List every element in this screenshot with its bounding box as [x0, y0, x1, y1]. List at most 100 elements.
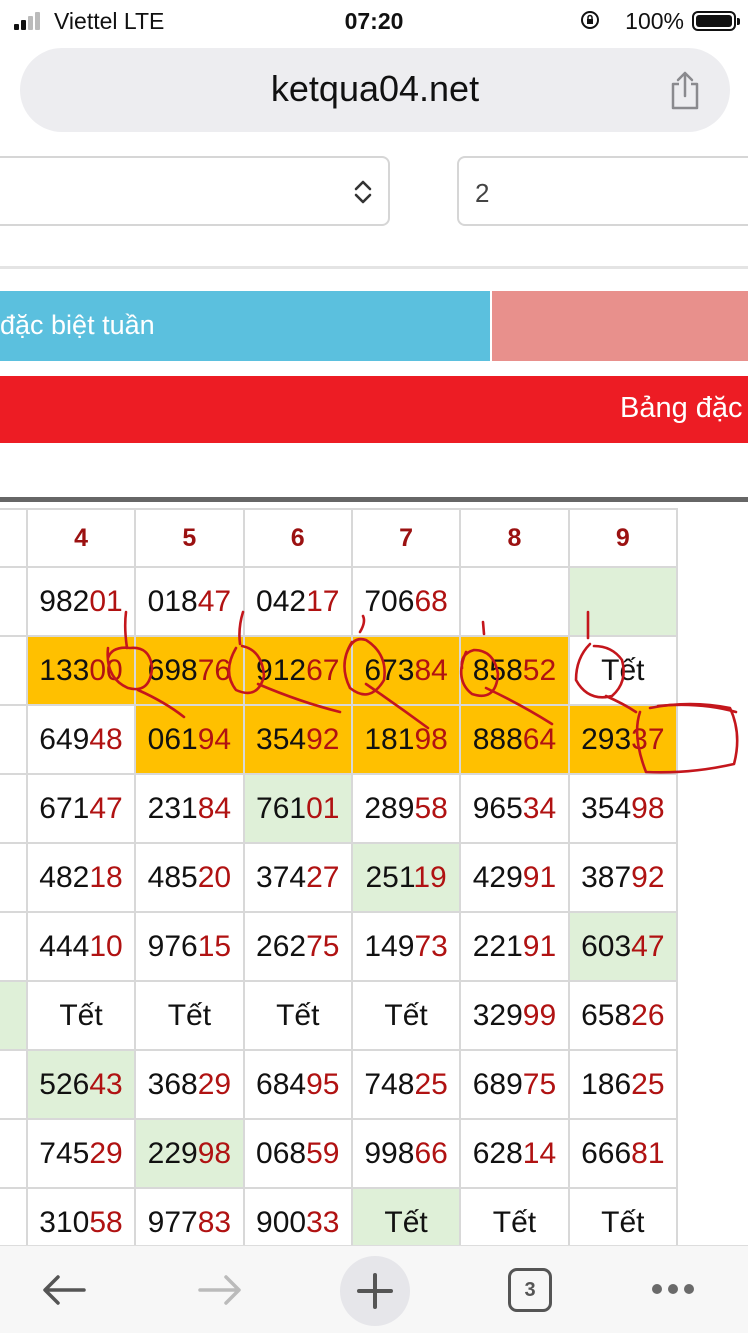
- cell-digits-tail: 20: [197, 860, 232, 894]
- result-cell: 62814: [459, 1118, 570, 1189]
- result-cell: 48218: [25, 842, 137, 913]
- cell-digits-head: 658: [581, 998, 632, 1032]
- result-cell: Tết: [459, 1187, 570, 1245]
- result-cell: 85852: [459, 635, 570, 706]
- result-cell: 66681: [567, 1118, 679, 1189]
- divider: [0, 266, 748, 269]
- result-cell: 68495: [242, 1049, 353, 1120]
- cell-digits-tail: 33: [306, 1205, 340, 1239]
- count-input[interactable]: 2: [457, 156, 748, 226]
- result-cell: Tết: [350, 980, 462, 1051]
- cell-digits-tail: 18: [89, 860, 123, 894]
- period-select[interactable]: [0, 156, 390, 226]
- cell-digits-head: 982: [39, 584, 90, 618]
- cell-digits-head: 354: [256, 722, 307, 756]
- result-cell: 99866: [350, 1118, 462, 1189]
- cell-digits-tail: 29: [89, 1136, 123, 1170]
- share-icon[interactable]: [668, 70, 702, 110]
- cell-digits-head: 262: [256, 929, 307, 963]
- forward-button[interactable]: [192, 1262, 248, 1318]
- cell-digits-head: 858: [472, 653, 523, 687]
- table-row: 8698201018470421770668: [0, 566, 679, 637]
- result-cell: 68975: [459, 1049, 570, 1120]
- cell-digits-head: 149: [364, 929, 415, 963]
- cell-digits-tail: 75: [522, 1067, 557, 1101]
- column-header: 6: [242, 508, 353, 568]
- new-tab-button[interactable]: [340, 1256, 410, 1326]
- cell-digits-head: 977: [147, 1205, 198, 1239]
- result-cell: 28958: [350, 773, 462, 844]
- cell-digits-head: 628: [472, 1136, 523, 1170]
- chevron-up-down-icon: [354, 180, 372, 204]
- cell-digits-head: 444: [39, 929, 90, 963]
- result-cell: 26275: [242, 911, 353, 982]
- column-header: 8: [459, 508, 570, 568]
- secondary-button[interactable]: [492, 291, 748, 361]
- cell-digits-tail: 01: [306, 791, 340, 825]
- result-cell: 01847: [134, 566, 245, 637]
- table-row: 49482184852037427251194299138792: [0, 842, 679, 913]
- result-cell: 97615: [134, 911, 245, 982]
- result-cell: 74825: [350, 1049, 462, 1120]
- result-cell: 52643: [25, 1049, 137, 1120]
- cell-digits-tail: 47: [631, 929, 665, 963]
- result-cell: 65826: [567, 980, 679, 1051]
- address-bar[interactable]: ketqua04.net: [20, 48, 730, 132]
- tab-count: 3: [508, 1268, 552, 1312]
- cell-digits-tail: 84: [197, 791, 232, 825]
- cell-digits-tail: 17: [306, 584, 340, 618]
- cell-digits-tail: 84: [414, 653, 448, 687]
- result-cell: t: [0, 773, 28, 844]
- result-cell: 25119: [350, 842, 462, 913]
- cell-digits-tail: 59: [306, 1136, 340, 1170]
- table-row: 01526433682968495748256897518625: [0, 1049, 679, 1120]
- result-cell: 76101: [242, 773, 353, 844]
- results-table: 456789 869820101847042177066889133006987…: [0, 497, 748, 1245]
- result-cell: 88864: [459, 704, 570, 775]
- cell-digits-tail: 58: [414, 791, 448, 825]
- table-body: 8698201018470421770668891330069876912676…: [0, 566, 679, 1245]
- result-cell: 07: [0, 911, 28, 982]
- cell-digits-head: 229: [147, 1136, 198, 1170]
- cell-digits-head: 231: [147, 791, 198, 825]
- more-menu-button[interactable]: [646, 1262, 700, 1318]
- plus-icon: [357, 1273, 393, 1309]
- cell-digits-head: 684: [256, 1067, 307, 1101]
- table-row: 75310589778390033TếtTếtTết: [0, 1187, 679, 1245]
- result-cell: 14973: [350, 911, 462, 982]
- result-cell: 13300: [25, 635, 137, 706]
- result-cell: 98201: [25, 566, 137, 637]
- table-row: 66649480619435492181988886429337: [0, 704, 679, 775]
- cell-digits-head: 485: [147, 860, 198, 894]
- cell-digits-tail: 98: [414, 722, 448, 756]
- tabs-button[interactable]: 3: [504, 1262, 556, 1318]
- result-cell: 37427: [242, 842, 353, 913]
- cell-digits-head: 221: [472, 929, 523, 963]
- cell-digits-head: 061: [147, 722, 198, 756]
- result-cell: 18625: [567, 1049, 679, 1120]
- result-cell: 90: [0, 980, 28, 1051]
- cell-digits-tail: 75: [306, 929, 340, 963]
- cell-digits-head: 310: [39, 1205, 90, 1239]
- result-cell: 90033: [242, 1187, 353, 1245]
- cell-digits-head: 912: [256, 653, 307, 687]
- result-cell: 42991: [459, 842, 570, 913]
- back-button[interactable]: [36, 1262, 92, 1318]
- result-cell: [567, 566, 679, 637]
- cell-digits-head: 289: [364, 791, 415, 825]
- weekly-special-button[interactable]: đặc biệt tuần: [0, 291, 490, 361]
- cell-digits-tail: 99: [522, 998, 557, 1032]
- cell-digits-tail: 43: [89, 1067, 123, 1101]
- result-cell: 44410: [25, 911, 137, 982]
- table-title-banner: Bảng đặc: [0, 376, 748, 443]
- result-cell: 35498: [567, 773, 679, 844]
- cell-digits-head: 251: [365, 860, 414, 894]
- result-cell: 67384: [350, 635, 462, 706]
- column-header: 5: [134, 508, 245, 568]
- table-header-row: 456789: [0, 508, 679, 568]
- cell-digits-tail: 47: [89, 791, 123, 825]
- cell-digits-head: 706: [364, 584, 415, 618]
- cell-digits-head: 368: [147, 1067, 198, 1101]
- cell-digits-head: 603: [581, 929, 632, 963]
- result-cell: Tết: [567, 1187, 679, 1245]
